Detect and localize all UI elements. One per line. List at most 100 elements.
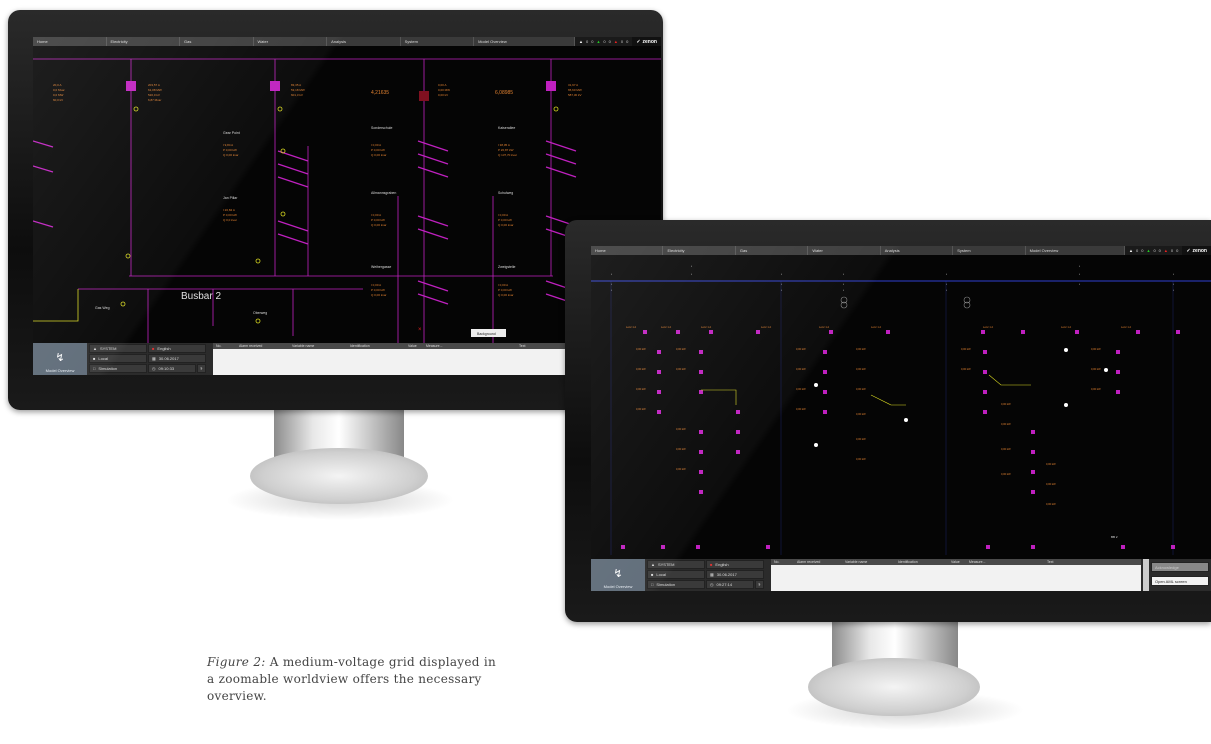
svg-text:Lenz 1 A: Lenz 1 A: [1061, 325, 1071, 329]
orange-value-2: 6,08985: [495, 90, 513, 96]
main-menu-bar: Home Electricity Gas Water Analysis Syst…: [591, 246, 1211, 255]
svg-text:0,00 kW: 0,00 kW: [676, 467, 686, 471]
user-icon: ▲: [93, 346, 97, 351]
model-overview-button[interactable]: ↯ Model Overview: [591, 559, 645, 591]
menu-model-overview[interactable]: Model Overview: [1026, 246, 1126, 255]
svg-text:61,08 MW: 61,08 MW: [148, 88, 162, 92]
svg-text:0,00 kW: 0,00 kW: [796, 407, 806, 411]
menu-model-overview[interactable]: Model Overview: [474, 37, 576, 46]
svg-text:•: •: [1079, 272, 1080, 276]
menu-analysis[interactable]: Analysis: [327, 37, 401, 46]
zenon-logo: ✓ zenon: [632, 37, 661, 46]
alarm-status-bar[interactable]: ▲ 0 0 ▲ 0 0 ▲ 0 0: [1125, 246, 1183, 255]
svg-text:601,3 kV: 601,3 kV: [291, 93, 303, 97]
svg-text:65,60 MW: 65,60 MW: [568, 88, 582, 92]
svg-text:I 0,00 A: I 0,00 A: [498, 213, 508, 217]
svg-text:P 0,00 kW: P 0,00 kW: [498, 288, 512, 292]
station-label-7: Weihergasse: [371, 265, 391, 269]
station-label-3: Sonderschule: [371, 126, 392, 130]
svg-text:0,00 kW: 0,00 kW: [856, 387, 866, 391]
svg-text:•: •: [1079, 282, 1080, 286]
menu-electricity[interactable]: Electricity: [663, 246, 736, 255]
svg-text:0,00 kW: 0,00 kW: [1001, 447, 1011, 451]
svg-text:•: •: [1079, 264, 1080, 268]
svg-text:0,00 kW: 0,00 kW: [636, 407, 646, 411]
svg-text:0,00 kW: 0,00 kW: [856, 347, 866, 351]
status-count-2: 0: [591, 39, 594, 44]
menu-gas[interactable]: Gas: [736, 246, 809, 255]
status-count-6: 0: [1176, 248, 1179, 253]
user-field[interactable]: ▲ SYSTEM: [89, 344, 147, 353]
svg-text:I 20,84 A: I 20,84 A: [223, 208, 235, 212]
svg-text:6,87 Mvar: 6,87 Mvar: [148, 98, 161, 102]
svg-text:Lenz 1 A: Lenz 1 A: [626, 325, 636, 329]
help-button[interactable]: ?: [197, 364, 206, 373]
menu-electricity[interactable]: Electricity: [107, 37, 181, 46]
svg-text:P 0,00 kW: P 0,00 kW: [223, 148, 237, 152]
menu-analysis[interactable]: Analysis: [881, 246, 954, 255]
monitor-base: [250, 448, 428, 504]
mode-field[interactable]: □ Simulation: [89, 364, 147, 373]
menu-gas[interactable]: Gas: [180, 37, 254, 46]
col-value: Value: [951, 560, 960, 564]
model-overview-button[interactable]: ↯ Model Overview: [33, 343, 87, 375]
svg-text:Q 0,0 kvar: Q 0,0 kvar: [223, 218, 237, 222]
location-field[interactable]: ■ Local: [89, 354, 147, 363]
svg-text:P 0,00 kW: P 0,00 kW: [371, 148, 385, 152]
time-field: ◷ 09:10:33: [148, 364, 196, 373]
svg-text:0,00 kW: 0,00 kW: [676, 427, 686, 431]
svg-text:Q 0,00 kvar: Q 0,00 kvar: [498, 293, 514, 297]
svg-text:0,00 kW: 0,00 kW: [961, 367, 971, 371]
checkmark-icon: ✓: [636, 38, 641, 45]
open-aml-screen-button[interactable]: Open AML screen: [1151, 576, 1209, 586]
station-label-2: Jan Pillar: [223, 196, 238, 200]
monitor-icon: □: [651, 582, 654, 587]
status-count-5: 0: [1170, 248, 1174, 253]
svg-text:•: •: [691, 272, 692, 276]
status-count-3: 0: [603, 39, 606, 44]
svg-text:Q 0,00 kvar: Q 0,00 kvar: [371, 223, 387, 227]
svg-text:20,0 A: 20,0 A: [53, 83, 62, 87]
menu-water[interactable]: Water: [808, 246, 881, 255]
menu-system[interactable]: System: [401, 37, 475, 46]
menu-home[interactable]: Home: [33, 37, 107, 46]
svg-text:I 0,00 A: I 0,00 A: [498, 283, 508, 287]
location-field[interactable]: ■ Local: [647, 570, 705, 579]
station-label-1: Gear Point: [223, 131, 240, 135]
svg-text:P 0,00 kW: P 0,00 kW: [371, 218, 385, 222]
alarm-scrollbar[interactable]: [1143, 559, 1149, 591]
col-identification: Identification: [350, 344, 370, 348]
acknowledge-button[interactable]: Acknowledge: [1151, 562, 1209, 572]
svg-text:0,00 kW: 0,00 kW: [1046, 462, 1056, 466]
checkmark-icon: ✓: [1186, 247, 1191, 254]
mode-field[interactable]: □ Simulation: [647, 580, 705, 589]
lightning-icon: ↯: [613, 568, 623, 580]
status-count-4: 0: [608, 39, 611, 44]
station-label-5: Allmannsgraben: [371, 191, 396, 195]
svg-text:587,30 kV: 587,30 kV: [568, 93, 582, 97]
clock-icon: ◷: [152, 366, 156, 371]
monitor-icon: □: [93, 366, 96, 371]
menu-home[interactable]: Home: [591, 246, 664, 255]
user-icon: ▲: [579, 39, 583, 44]
status-lamps: [814, 348, 1108, 447]
user-field[interactable]: ▲ SYSTEM: [647, 560, 705, 569]
lightning-icon: ↯: [55, 352, 65, 364]
language-field[interactable]: ■ English: [148, 344, 206, 353]
svg-text:•: •: [843, 272, 844, 276]
alarm-list[interactable]: No. Alarm received Variable name Identif…: [771, 559, 1141, 591]
alarm-status-bar[interactable]: ▲ 0 0 ▲ 0 0 ▲ 0 0: [575, 37, 633, 46]
svg-text:I 0,00 A: I 0,00 A: [371, 283, 381, 287]
col-measure: Measure...: [426, 344, 443, 348]
breaker-symbols: [621, 330, 1180, 549]
menu-system[interactable]: System: [953, 246, 1026, 255]
menu-water[interactable]: Water: [254, 37, 328, 46]
language-field[interactable]: ■ English: [706, 560, 764, 569]
green-alarm-icon: ▲: [1146, 248, 1151, 253]
help-button[interactable]: ?: [755, 580, 764, 589]
station-label-8: Zweigstelle: [498, 265, 516, 269]
svg-text:0,00 kW: 0,00 kW: [1091, 347, 1101, 351]
svg-text:Background: Background: [477, 332, 496, 336]
svg-text:Lenz 1 A: Lenz 1 A: [761, 325, 771, 329]
svg-text:•: •: [781, 272, 782, 276]
